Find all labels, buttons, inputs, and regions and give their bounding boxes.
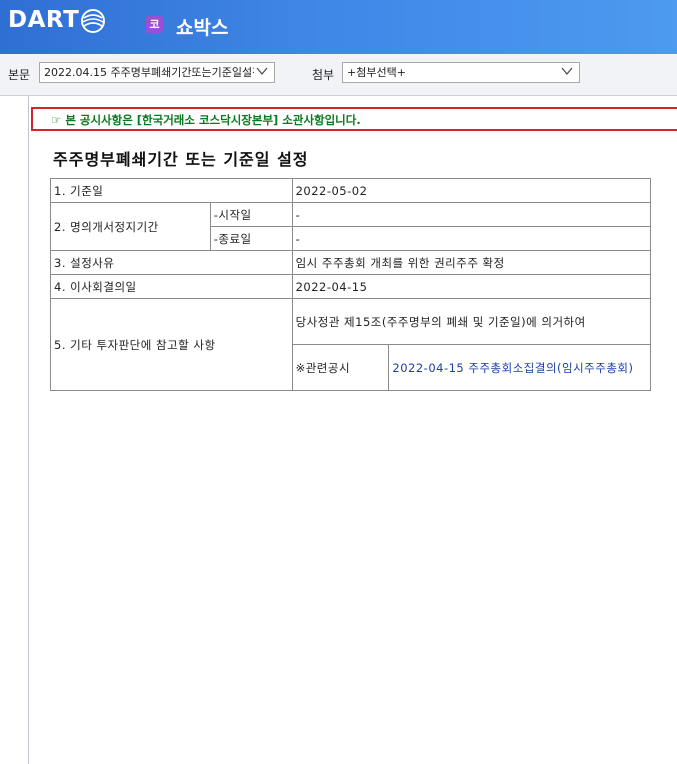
main-document-select[interactable]: 2022.04.15 주주명부폐쇄기간또는기준일설정	[39, 62, 275, 83]
suspension-start-value: -	[291, 202, 652, 227]
disclosure-table: 1. 기준일 2022-05-02 2. 명의개서정지기간 -시작일 - -종료…	[50, 178, 652, 391]
company-name[interactable]: 쇼박스	[176, 13, 228, 40]
main-document-select-value: 2022.04.15 주주명부폐쇄기간또는기준일설정	[44, 66, 254, 79]
related-disclosure-label: ※관련공시	[291, 344, 390, 391]
reason-value: 임시 주주총회 개최를 위한 권리주주 확정	[291, 250, 652, 275]
attach-select-label: 첨부	[312, 68, 335, 82]
other-info-label: 5. 기타 투자판단에 참고할 사항	[50, 298, 293, 391]
table-row: 2. 명의개서정지기간 -시작일 -	[50, 202, 652, 251]
suspension-end-label: -종료일	[209, 226, 293, 251]
logo-text: DART	[8, 7, 80, 33]
related-disclosure-link[interactable]: 2022-04-15 주주총회소집결의(임시주주총회)	[392, 361, 633, 375]
chevron-down-icon	[561, 67, 573, 75]
attachment-select-value: +첨부선택+	[347, 66, 406, 79]
table-row: 5. 기타 투자판단에 참고할 사항 당사정관 제15조(주주명부의 폐쇄 및 …	[50, 298, 652, 391]
company-market-badge: 코	[146, 16, 163, 33]
app-header: DART 코 쇼박스	[0, 0, 677, 54]
suspension-period-label: 2. 명의개서정지기간	[50, 202, 211, 251]
table-row: 1. 기준일 2022-05-02	[50, 178, 652, 203]
record-date-label: 1. 기준일	[50, 178, 293, 203]
globe-logo-icon	[81, 8, 106, 33]
dart-logo[interactable]: DART	[8, 6, 106, 34]
jurisdiction-notice: ☞ 본 공시사항은 [한국거래소 코스닥시장본부] 소관사항입니다.	[31, 107, 677, 131]
record-date-value: 2022-05-02	[291, 178, 652, 203]
main-select-label: 본문	[8, 68, 31, 82]
table-row: 4. 이사회결의일 2022-04-15	[50, 274, 652, 299]
table-row: 3. 설정사유 임시 주주총회 개최를 위한 권리주주 확정	[50, 250, 652, 275]
related-disclosure-cell: 2022-04-15 주주총회소집결의(임시주주총회)	[388, 344, 651, 391]
board-resolution-date-value: 2022-04-15	[291, 274, 652, 299]
chevron-down-icon	[256, 67, 268, 75]
document-viewer: ☞ 본 공시사항은 [한국거래소 코스닥시장본부] 소관사항입니다. 주주명부폐…	[28, 96, 677, 764]
document-title: 주주명부폐쇄기간 또는 기준일 설정	[53, 150, 309, 169]
document-toolbar: 본문 2022.04.15 주주명부폐쇄기간또는기준일설정 첨부 +첨부선택+	[0, 54, 677, 96]
notice-text: ☞ 본 공시사항은 [한국거래소 코스닥시장본부] 소관사항입니다.	[51, 113, 361, 127]
other-info-value: 당사정관 제15조(주주명부의 폐쇄 및 기준일)에 의거하여	[291, 298, 652, 345]
attachment-select[interactable]: +첨부선택+	[342, 62, 580, 83]
suspension-end-value: -	[291, 226, 652, 251]
suspension-start-label: -시작일	[209, 202, 293, 227]
board-resolution-date-label: 4. 이사회결의일	[50, 274, 293, 299]
reason-label: 3. 설정사유	[50, 250, 293, 275]
